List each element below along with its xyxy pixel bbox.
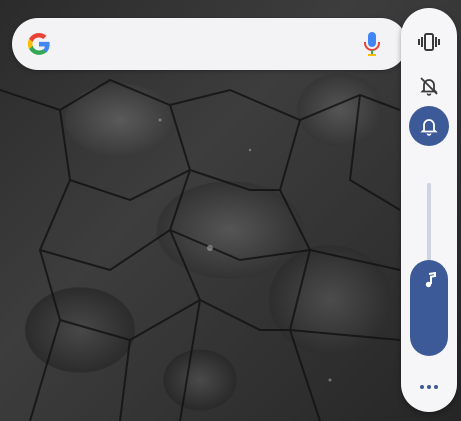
volume-panel xyxy=(401,8,457,412)
microphone-icon[interactable] xyxy=(363,31,381,57)
bell-icon xyxy=(420,119,438,136)
more-horizontal-icon xyxy=(420,385,424,389)
bell-off-icon xyxy=(420,77,438,96)
mute-mode-button[interactable] xyxy=(409,66,449,106)
search-bar[interactable] xyxy=(12,18,407,70)
volume-slider[interactable] xyxy=(410,260,448,356)
music-note-icon xyxy=(425,272,436,288)
vibrate-mode-button[interactable] xyxy=(409,22,449,62)
more-options-button[interactable] xyxy=(415,380,443,394)
ring-mode-button[interactable] xyxy=(409,106,449,146)
google-g-icon[interactable] xyxy=(26,31,52,57)
vibrate-icon xyxy=(418,33,440,51)
